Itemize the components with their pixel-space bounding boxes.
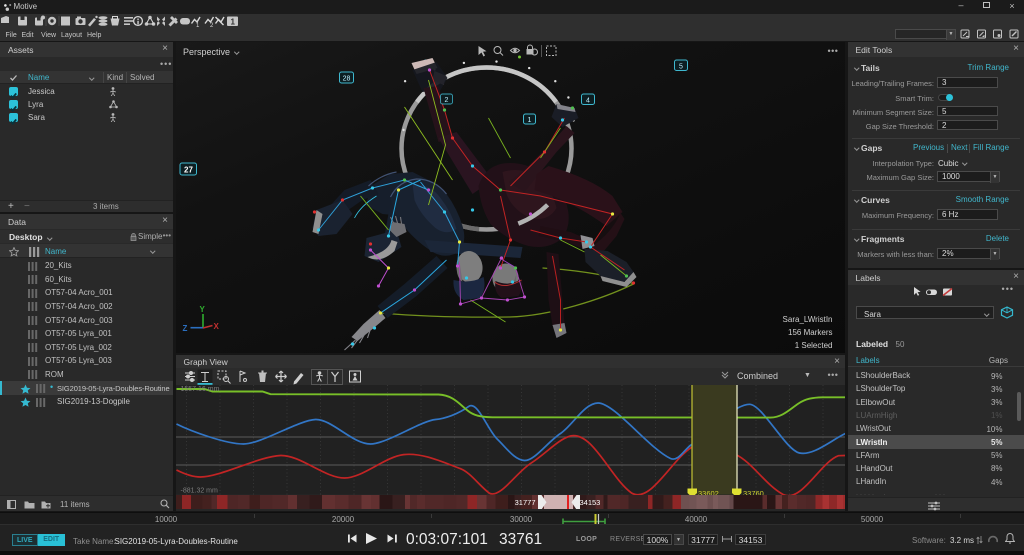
svg-text:4: 4 (586, 98, 590, 105)
svg-text:27: 27 (184, 166, 193, 175)
svg-text:1 Selected: 1 Selected (794, 341, 832, 350)
svg-text:1557.16 mm: 1557.16 mm (180, 386, 219, 393)
svg-text:10000: 10000 (155, 515, 178, 524)
svg-text:5: 5 (679, 64, 683, 71)
svg-text:Y: Y (199, 305, 205, 314)
svg-text:28: 28 (342, 76, 350, 83)
svg-text:1: 1 (527, 117, 531, 124)
svg-text:20000: 20000 (332, 515, 355, 524)
svg-text:156 Markers: 156 Markers (788, 328, 832, 337)
svg-text:40000: 40000 (685, 515, 708, 524)
svg-text:X: X (213, 322, 219, 331)
svg-text:30000: 30000 (510, 515, 533, 524)
svg-text:50000: 50000 (861, 515, 884, 524)
svg-text:Sara_LWristIn: Sara_LWristIn (782, 315, 832, 324)
svg-text:-881.32 mm: -881.32 mm (180, 488, 218, 495)
svg-text:2: 2 (444, 97, 448, 104)
svg-text:Z: Z (182, 324, 187, 333)
svg-text:1: 1 (231, 18, 236, 27)
